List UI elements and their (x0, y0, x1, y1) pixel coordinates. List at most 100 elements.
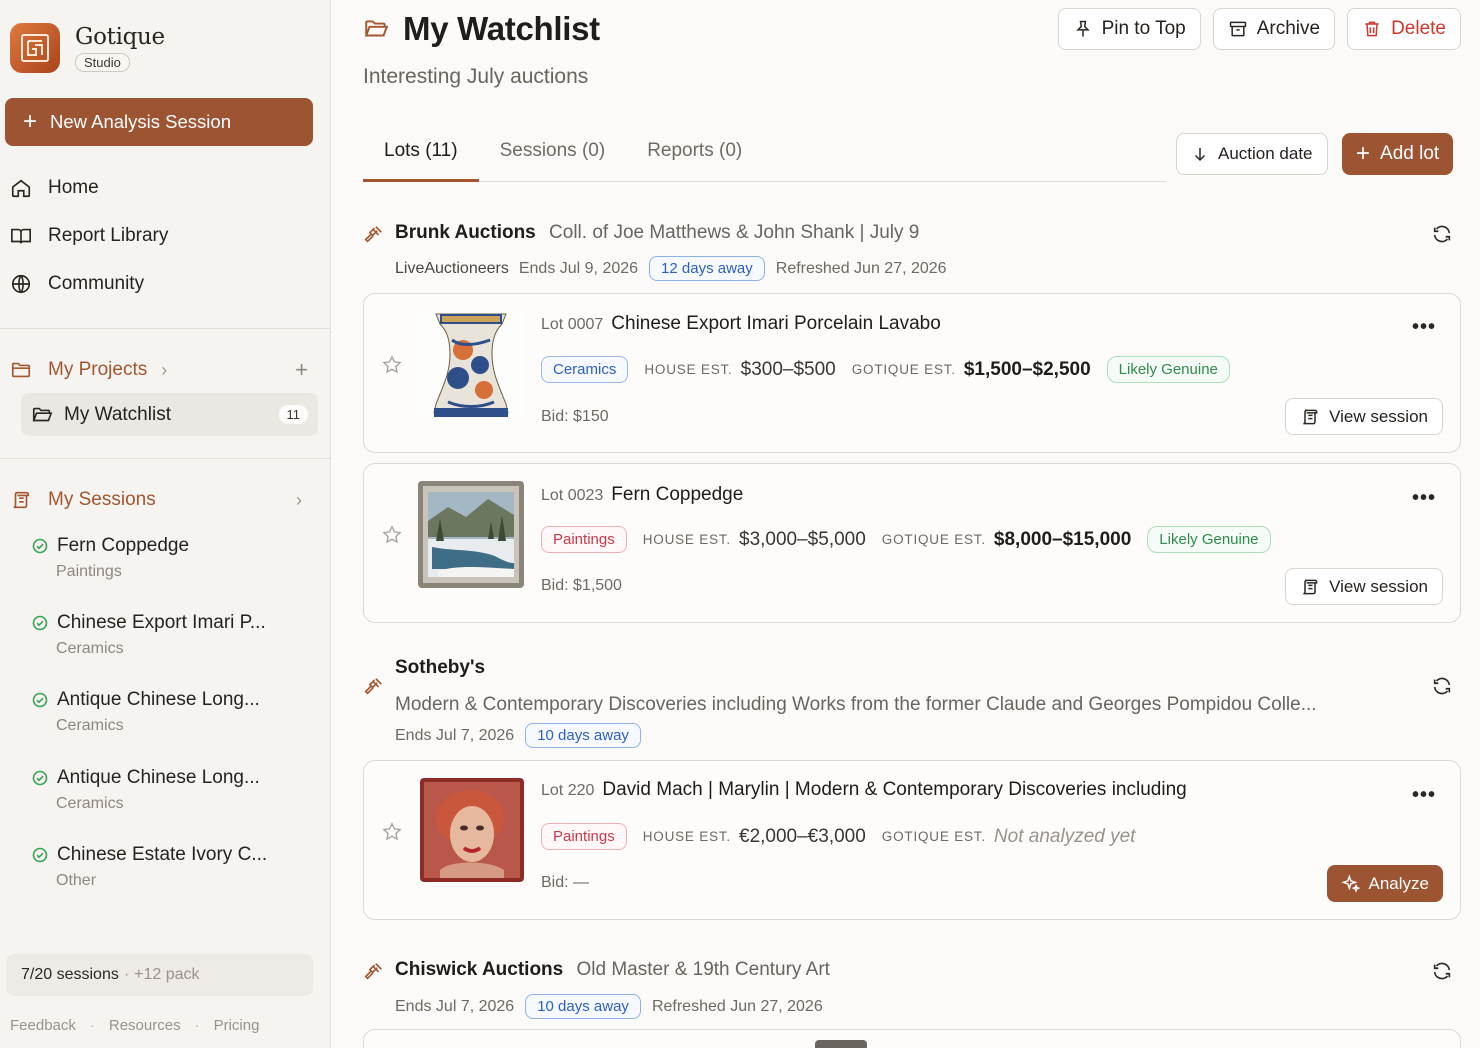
footer-sep: · (194, 1017, 200, 1034)
add-project-icon[interactable]: + (295, 357, 308, 383)
countdown-badge: 10 days away (525, 723, 641, 748)
porcelain-vase-image (418, 310, 524, 417)
nav-community-label: Community (48, 273, 145, 294)
current-bid: Bid: $150 (541, 408, 609, 425)
star-icon[interactable] (381, 524, 403, 551)
view-session-button[interactable]: View session (1285, 568, 1443, 605)
add-lot-button[interactable]: + Add lot (1342, 133, 1454, 175)
auction-heading: Brunk Auctions Coll. of Joe Matthews & J… (395, 222, 919, 244)
pin-label: Pin to Top (1101, 18, 1186, 39)
session-title: Chinese Estate Ivory C... (57, 844, 268, 865)
sort-auction-date-button[interactable]: Auction date (1176, 133, 1328, 175)
house-estimate: $300–$500 (740, 358, 836, 380)
lot-thumbnail[interactable] (418, 481, 524, 588)
tab-lots[interactable]: Lots (11) (363, 124, 479, 182)
auction-house[interactable]: Sotheby's (395, 657, 485, 678)
category-badge: Paintings (541, 526, 627, 553)
plus-icon: + (1356, 140, 1371, 167)
auction-group: Brunk Auctions Coll. of Joe Matthews & J… (363, 220, 1461, 281)
auction-sale-title: Old Master & 19th Century Art (576, 959, 830, 980)
folder-open-icon (363, 16, 389, 42)
house-estimate: €2,000–€3,000 (739, 825, 866, 847)
session-item[interactable]: Antique Chinese Long... Ceramics (32, 767, 260, 813)
lot-card[interactable] (363, 1029, 1461, 1048)
lot-card[interactable]: Lot 220 David Mach | Marylin | Modern & C… (363, 760, 1461, 920)
lot-thumbnail[interactable] (420, 778, 524, 882)
lot-card[interactable]: Lot 0007 Chinese Export Imari Porcelain L… (363, 293, 1461, 453)
folder-icon (10, 359, 32, 381)
refresh-icon[interactable] (1431, 675, 1453, 702)
session-item[interactable]: Chinese Export Imari P... Ceramics (32, 612, 266, 658)
landscape-painting-image (418, 481, 524, 588)
analyze-button[interactable]: Analyze (1326, 865, 1443, 902)
session-quota[interactable]: 7/20 sessions · +12 pack (6, 954, 313, 996)
folder-open-icon (31, 404, 53, 426)
more-options-icon[interactable]: ••• (1412, 784, 1436, 807)
resources-link[interactable]: Resources (109, 1017, 181, 1034)
current-bid: Bid: — (541, 874, 590, 891)
lot-card[interactable]: Lot 0023 Fern Coppedge Paintings HOUSE ES… (363, 463, 1461, 623)
countdown-badge: 10 days away (525, 994, 641, 1019)
pricing-link[interactable]: Pricing (214, 1017, 260, 1034)
lot-estimates: Paintings HOUSE EST. $3,000–$5,000 GOTIQ… (541, 526, 1271, 553)
star-icon[interactable] (381, 821, 403, 848)
more-options-icon[interactable]: ••• (1412, 487, 1436, 510)
view-session-label: View session (1329, 576, 1428, 596)
brand[interactable]: Gotique Studio (10, 23, 165, 73)
portrait-collage-image (420, 778, 524, 882)
sidebar-divider (0, 458, 330, 459)
star-icon[interactable] (381, 354, 403, 381)
auction-sale-title: Modern & Contemporary Discoveries includ… (395, 694, 1317, 715)
session-item[interactable]: Antique Chinese Long... Ceramics (32, 689, 260, 735)
chevron-right-icon[interactable]: › (296, 490, 302, 511)
check-circle-icon (32, 692, 48, 708)
session-item[interactable]: Chinese Estate Ivory C... Other (32, 844, 267, 890)
lot-thumbnail[interactable] (418, 310, 524, 417)
chevron-right-icon[interactable]: › (161, 360, 167, 381)
more-options-icon[interactable]: ••• (1412, 316, 1436, 339)
my-projects-header[interactable]: My Projects › + (10, 357, 310, 383)
project-count-badge: 11 (278, 405, 308, 424)
auction-meta: Ends Jul 7, 2026 10 days away (395, 723, 652, 748)
auction-refreshed: Refreshed Jun 27, 2026 (775, 259, 947, 277)
refresh-icon[interactable] (1431, 960, 1453, 987)
house-est-label: HOUSE EST. (642, 829, 731, 844)
nav-home[interactable]: Home (10, 177, 99, 199)
session-category: Ceramics (56, 795, 124, 812)
project-my-watchlist[interactable]: My Watchlist 11 (21, 393, 318, 436)
refresh-icon[interactable] (1431, 223, 1453, 250)
house-est-label: HOUSE EST. (644, 362, 733, 377)
archive-label: Archive (1256, 18, 1321, 39)
auction-meta: LiveAuctioneers Ends Jul 9, 2026 12 days… (395, 256, 947, 281)
gotique-est-label: GOTIQUE EST. (881, 829, 986, 844)
auction-house[interactable]: Chiswick Auctions (395, 959, 563, 980)
tab-reports[interactable]: Reports (0) (626, 124, 763, 182)
auction-house[interactable]: Brunk Auctions (395, 222, 536, 243)
auction-ends: Ends Jul 9, 2026 (518, 259, 639, 277)
nav-report-library[interactable]: Report Library (10, 225, 168, 247)
lot-title[interactable]: Lot 220 David Mach | Marylin | Modern & C… (541, 779, 1187, 801)
new-analysis-session-button[interactable]: + New Analysis Session (5, 98, 313, 146)
lot-title[interactable]: Lot 0007 Chinese Export Imari Porcelain L… (541, 313, 941, 335)
analyze-label: Analyze (1368, 873, 1429, 893)
nav-community[interactable]: Community (10, 273, 144, 295)
pin-to-top-button[interactable]: Pin to Top (1057, 8, 1201, 50)
quota-sep: · (123, 966, 130, 983)
delete-button[interactable]: Delete (1347, 8, 1461, 50)
session-item[interactable]: Fern Coppedge Paintings (32, 535, 189, 581)
auction-platform: LiveAuctioneers (395, 259, 509, 277)
top-actions: Pin to Top Archive Delete (1057, 8, 1461, 50)
view-session-button[interactable]: View session (1285, 398, 1443, 435)
feedback-link[interactable]: Feedback (10, 1017, 76, 1034)
countdown-badge: 12 days away (649, 256, 765, 281)
session-category: Other (56, 872, 97, 889)
tab-bar: Lots (11) Sessions (0) Reports (0) (363, 124, 1166, 182)
lot-title[interactable]: Lot 0023 Fern Coppedge (541, 484, 743, 506)
nav-home-label: Home (48, 177, 99, 198)
my-sessions-header[interactable]: My Sessions › (10, 489, 310, 511)
globe-icon (10, 273, 32, 295)
gotique-estimate: Not analyzed yet (993, 825, 1136, 847)
tab-sessions[interactable]: Sessions (0) (479, 124, 627, 182)
archive-button[interactable]: Archive (1212, 8, 1336, 50)
gotique-est-label: GOTIQUE EST. (851, 362, 956, 377)
